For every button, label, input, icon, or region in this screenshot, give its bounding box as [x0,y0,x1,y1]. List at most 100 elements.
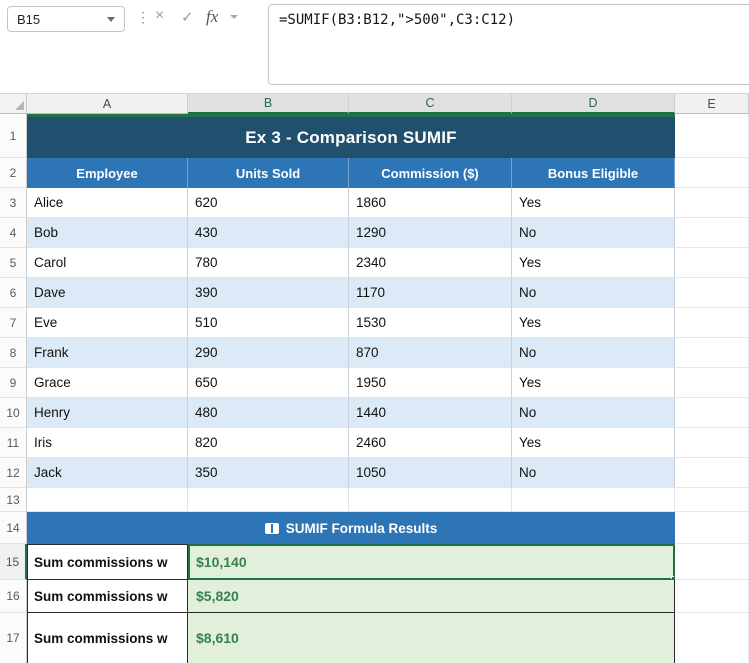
data-cell[interactable]: 870 [349,338,512,368]
empty-cell[interactable] [27,488,188,512]
data-cell[interactable]: Yes [512,368,675,398]
data-cell[interactable]: 1860 [349,188,512,218]
empty-cell[interactable] [675,338,749,368]
empty-cell[interactable] [675,613,749,663]
row-number[interactable]: 5 [0,248,27,278]
data-cell[interactable]: Bob [27,218,188,248]
data-cell[interactable]: Eve [27,308,188,338]
row-number[interactable]: 3 [0,188,27,218]
column-header-a[interactable]: A [27,94,188,114]
name-box[interactable]: B15 [7,6,125,32]
row-number[interactable]: 1 [0,114,27,158]
data-cell[interactable]: 430 [188,218,349,248]
row-number[interactable]: 12 [0,458,27,488]
data-cell[interactable]: 1440 [349,398,512,428]
empty-cell[interactable] [188,488,349,512]
data-cell[interactable]: 480 [188,398,349,428]
empty-cell[interactable] [675,428,749,458]
data-cell[interactable]: Dave [27,278,188,308]
empty-cell[interactable] [675,368,749,398]
row-number[interactable]: 7 [0,308,27,338]
data-cell[interactable]: 1290 [349,218,512,248]
data-cell[interactable]: No [512,338,675,368]
formula-input[interactable]: =SUMIF(B3:B12,">500",C3:C12) [268,4,749,85]
empty-cell[interactable] [675,278,749,308]
empty-cell[interactable] [675,218,749,248]
data-cell[interactable]: 820 [188,428,349,458]
fill-handle[interactable] [671,576,674,579]
cancel-icon[interactable]: × [155,7,164,25]
data-cell[interactable]: 2340 [349,248,512,278]
data-cell[interactable]: 650 [188,368,349,398]
result-value-cell[interactable]: $5,820 [188,580,675,613]
data-cell[interactable]: No [512,458,675,488]
chevron-down-icon[interactable] [230,15,238,19]
data-cell[interactable]: 1050 [349,458,512,488]
header-cell-employee[interactable]: Employee [27,158,188,188]
chevron-down-icon[interactable] [107,16,115,22]
empty-cell[interactable] [675,248,749,278]
data-cell[interactable]: 1170 [349,278,512,308]
column-header-c[interactable]: C [349,94,512,114]
result-value-cell[interactable]: $8,610 [188,613,675,663]
data-cell[interactable]: Henry [27,398,188,428]
empty-cell[interactable] [675,488,749,512]
data-cell[interactable]: Yes [512,308,675,338]
data-cell[interactable]: Yes [512,428,675,458]
data-cell[interactable]: Grace [27,368,188,398]
data-cell[interactable]: 1950 [349,368,512,398]
empty-cell[interactable] [512,488,675,512]
row-number[interactable]: 9 [0,368,27,398]
row-number[interactable]: 8 [0,338,27,368]
empty-cell[interactable] [675,188,749,218]
data-cell[interactable]: 620 [188,188,349,218]
result-label-cell[interactable]: Sum commissions w [27,613,188,663]
column-header-e[interactable]: E [675,94,749,114]
empty-cell[interactable] [675,512,749,544]
row-number[interactable]: 14 [0,512,27,544]
data-cell[interactable]: 290 [188,338,349,368]
row-number[interactable]: 15 [0,544,27,580]
header-cell-bonus-eligible[interactable]: Bonus Eligible [512,158,675,188]
data-cell[interactable]: Jack [27,458,188,488]
empty-cell[interactable] [675,580,749,613]
row-number[interactable]: 6 [0,278,27,308]
empty-cell[interactable] [675,158,749,188]
data-cell[interactable]: Yes [512,248,675,278]
data-cell[interactable]: 2460 [349,428,512,458]
select-all-corner[interactable] [0,94,27,114]
data-cell[interactable]: 390 [188,278,349,308]
row-number[interactable]: 4 [0,218,27,248]
column-header-d[interactable]: D [512,94,675,114]
data-cell[interactable]: Yes [512,188,675,218]
data-cell[interactable]: No [512,398,675,428]
empty-cell[interactable] [675,458,749,488]
data-cell[interactable]: Iris [27,428,188,458]
insert-function-icon[interactable]: fx [206,7,218,27]
column-header-b[interactable]: B [188,94,349,114]
header-cell-units-sold[interactable]: Units Sold [188,158,349,188]
data-cell[interactable]: No [512,218,675,248]
row-number[interactable]: 17 [0,613,27,663]
row-number[interactable]: 13 [0,488,27,512]
empty-cell[interactable] [349,488,512,512]
enter-icon[interactable]: ✓ [181,8,194,26]
data-cell[interactable]: Carol [27,248,188,278]
empty-cell[interactable] [675,544,749,580]
data-cell[interactable]: 350 [188,458,349,488]
results-banner-cell[interactable]: SUMIF Formula Results [27,512,675,544]
empty-cell[interactable] [675,398,749,428]
row-number[interactable]: 2 [0,158,27,188]
result-value-cell-selected[interactable]: $10,140 [188,544,675,580]
row-number[interactable]: 10 [0,398,27,428]
row-number[interactable]: 16 [0,580,27,613]
data-cell[interactable]: Alice [27,188,188,218]
empty-cell[interactable] [675,114,749,158]
data-cell[interactable]: 510 [188,308,349,338]
data-cell[interactable]: 780 [188,248,349,278]
empty-cell[interactable] [675,308,749,338]
row-number[interactable]: 11 [0,428,27,458]
data-cell[interactable]: 1530 [349,308,512,338]
title-banner-cell[interactable]: Ex 3 - Comparison SUMIF [27,114,675,158]
header-cell-commission[interactable]: Commission ($) [349,158,512,188]
